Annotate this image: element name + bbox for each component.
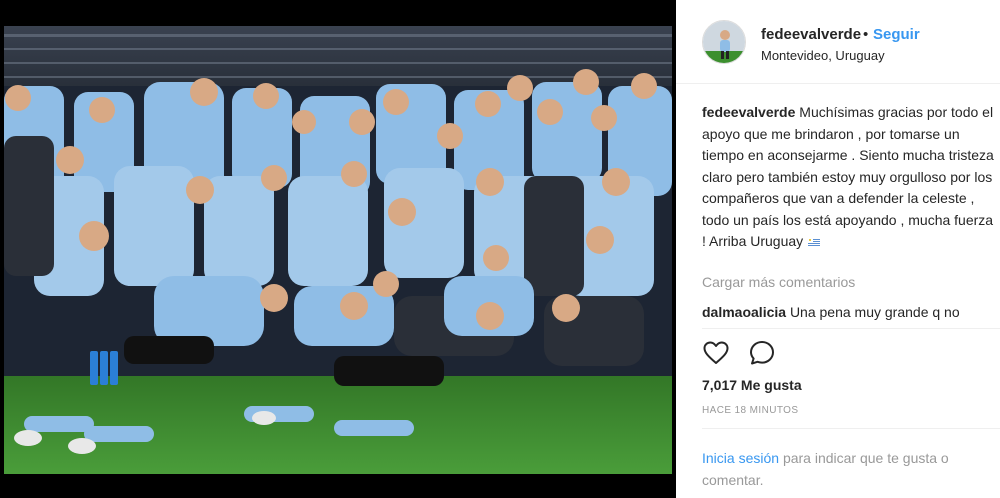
post-timestamp: HACE 18 MINUTOS	[702, 405, 799, 416]
heart-icon[interactable]	[702, 339, 730, 367]
post-photo[interactable]	[4, 26, 672, 474]
caption-text: Muchísimas gracias por todo el apoyo que…	[702, 104, 994, 249]
login-prompt: Inicia sesión para indicar que te gusta …	[702, 448, 992, 491]
post-header: fedeevalverde • Seguir Montevideo, Urugu…	[676, 0, 1000, 84]
uruguay-flag-icon	[808, 237, 821, 247]
post-location[interactable]: Montevideo, Uruguay	[761, 48, 885, 63]
login-link[interactable]: Inicia sesión	[702, 450, 779, 466]
likes-count[interactable]: 7,017 Me gusta	[702, 377, 802, 393]
follow-button[interactable]: Seguir	[873, 26, 920, 43]
separator-dot: •	[863, 26, 869, 43]
divider	[702, 428, 1000, 429]
post-sidebar: fedeevalverde • Seguir Montevideo, Urugu…	[676, 0, 1000, 498]
avatar[interactable]	[702, 20, 746, 64]
post-caption: fedeevalverde Muchísimas gracias por tod…	[702, 102, 998, 253]
comment-text: Una pena muy grande q no	[789, 304, 960, 320]
post-username[interactable]: fedeevalverde	[761, 26, 861, 43]
divider	[702, 328, 1000, 329]
team-photo-illustration	[4, 26, 672, 474]
load-more-comments-link[interactable]: Cargar más comentarios	[702, 274, 855, 290]
speech-bubble-icon[interactable]	[748, 339, 776, 367]
comment-username[interactable]: dalmaoalicia	[702, 304, 786, 320]
photo-pane	[0, 0, 676, 498]
avatar-image	[703, 21, 745, 63]
comment-item: dalmaoalicia Una pena muy grande q no	[702, 304, 960, 320]
caption-username[interactable]: fedeevalverde	[702, 104, 795, 120]
